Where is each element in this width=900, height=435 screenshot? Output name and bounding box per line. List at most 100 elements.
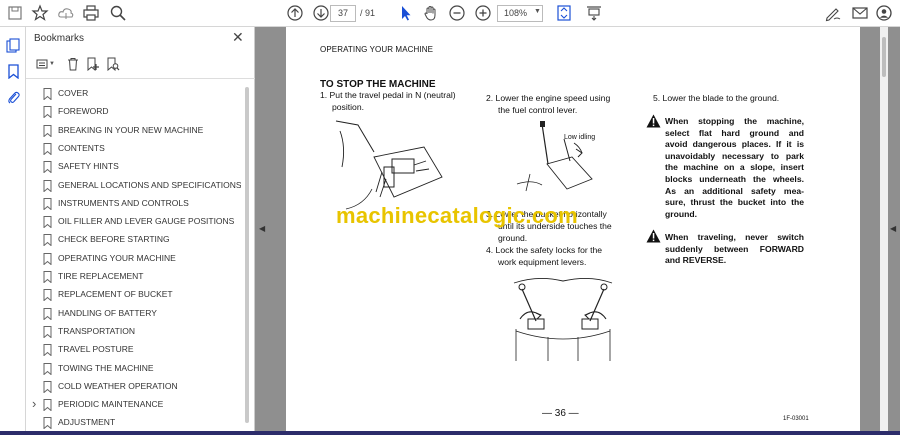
bookmark-item[interactable]: BREAKING IN YOUR NEW MACHINE <box>26 122 241 140</box>
bookmark-item[interactable]: COVER <box>26 85 241 103</box>
bookmark-icon <box>43 252 52 265</box>
bookmark-icon <box>43 289 52 302</box>
bookmark-icon <box>43 380 52 393</box>
email-icon[interactable] <box>850 3 870 23</box>
delete-icon[interactable] <box>64 55 82 73</box>
select-cursor-icon[interactable] <box>396 3 416 23</box>
find-bookmark-icon[interactable] <box>104 55 122 73</box>
bookmark-label: OPERATING YOUR MACHINE <box>58 252 176 263</box>
collapse-pane-icon[interactable]: ◀ <box>259 224 265 233</box>
document-scrollbar[interactable] <box>880 27 888 435</box>
bookmark-item[interactable]: CHECK BEFORE STARTING <box>26 231 241 249</box>
warning-line: When traveling, never switch <box>665 232 804 242</box>
page-header: OPERATING YOUR MACHINE <box>320 45 434 54</box>
bookmark-item[interactable]: TRAVEL POSTURE <box>26 341 241 359</box>
travel-pedal-illustration <box>335 120 443 210</box>
bookmark-label: FOREWORD <box>58 106 109 117</box>
warning-icon <box>646 114 661 128</box>
bookmark-label: TRANSPORTATION <box>58 325 135 336</box>
bookmark-item[interactable]: TIRE REPLACEMENT <box>26 268 241 286</box>
bookmarks-pane: Bookmarks ✕ ▼ COVER FOREWORD BREAKING IN Y… <box>26 27 255 435</box>
bookmark-scrollbar[interactable] <box>243 83 250 433</box>
top-toolbar: 37 / 91 108% ▼ <box>0 0 900 27</box>
bookmark-icon <box>43 216 52 229</box>
chevron-down-icon[interactable]: ▼ <box>48 55 56 73</box>
bookmark-item[interactable]: ADJUSTMENT <box>26 414 241 432</box>
warning-line: suddenly between FORWARD <box>665 243 804 254</box>
cloud-upload-icon[interactable] <box>56 3 76 23</box>
bookmark-label: SAFETY HINTS <box>58 161 119 172</box>
bookmark-label: TIRE REPLACEMENT <box>58 271 144 281</box>
bookmark-item[interactable]: OPERATING YOUR MACHINE <box>26 250 241 268</box>
warning-line: blocks underneath the wheels. <box>665 174 804 184</box>
new-bookmark-icon[interactable] <box>84 55 102 73</box>
bookmark-icon <box>43 161 52 174</box>
bookmarks-title: Bookmarks <box>34 33 85 44</box>
bookmark-item[interactable]: TOWING THE MACHINE <box>26 360 241 378</box>
bookmark-label: CONTENTS <box>58 142 105 153</box>
chevron-down-icon: ▼ <box>534 8 541 15</box>
attachment-icon[interactable] <box>4 88 22 106</box>
warning-icon <box>646 229 661 243</box>
bookmark-label: BREAKING IN YOUR NEW MACHINE <box>58 124 204 135</box>
zoom-search-icon[interactable] <box>108 3 128 23</box>
chevron-right-icon[interactable]: › <box>32 396 40 411</box>
previous-page-icon[interactable] <box>285 3 305 23</box>
print-icon[interactable] <box>81 3 101 23</box>
next-page-icon[interactable] <box>311 3 331 23</box>
bookmark-item[interactable]: COLD WEATHER OPERATION <box>26 378 241 396</box>
bookmark-icon <box>43 142 52 155</box>
page-number: — 36 — <box>542 408 579 419</box>
scroll-mode-icon[interactable] <box>584 3 604 23</box>
zoom-in-icon[interactable] <box>473 3 493 23</box>
bookmark-icon <box>43 271 52 283</box>
close-icon[interactable]: ✕ <box>232 30 244 44</box>
warning-line: ground. <box>665 208 697 219</box>
warning-line: and REVERSE. <box>665 255 727 266</box>
bookmark-item[interactable]: SAFETY HINTS <box>26 158 241 176</box>
bookmark-label: TRAVEL POSTURE <box>58 344 134 355</box>
star-icon[interactable] <box>30 3 50 23</box>
warning-line: sure, thrust the bucket into the <box>665 197 804 208</box>
bookmark-item[interactable]: INSTRUMENTS AND CONTROLS <box>26 195 241 213</box>
sign-pen-icon[interactable] <box>823 3 843 23</box>
bookmark-label: HANDLING OF BATTERY <box>58 307 157 318</box>
fuel-lever-illustration <box>516 121 593 192</box>
step-4-line-1: 4. Lock the safety locks for the <box>486 245 603 255</box>
account-icon[interactable] <box>874 3 894 23</box>
step-3-line-3: ground. <box>498 233 528 243</box>
section-title: TO STOP THE MACHINE <box>320 79 436 90</box>
bookmark-item[interactable]: CONTENTS <box>26 140 241 158</box>
bookmark-icon <box>43 325 52 338</box>
page-number-input[interactable]: 37 <box>330 5 356 22</box>
bookmark-item[interactable]: › PERIODIC MAINTENANCE <box>26 396 241 414</box>
bookmark-item[interactable]: HANDLING OF BATTERY <box>26 305 241 323</box>
page-total: / 91 <box>360 8 376 18</box>
hand-tool-icon[interactable] <box>421 3 441 23</box>
save-icon[interactable] <box>5 3 25 23</box>
bookmark-icon <box>43 106 52 119</box>
bookmark-icon <box>43 179 52 192</box>
warning-line: select flat hard ground and <box>665 127 804 138</box>
page-thumbnails-icon[interactable] <box>4 36 22 54</box>
warning-line: avoid dangerous places. If it is <box>665 139 804 150</box>
bookmark-item[interactable]: GENERAL LOCATIONS AND SPECIFICATIONS <box>26 177 241 195</box>
bookmark-label: PERIODIC MAINTENANCE <box>58 399 164 410</box>
bookmark-item[interactable]: REPLACEMENT OF BUCKET <box>26 286 241 304</box>
bookmark-list: COVER FOREWORD BREAKING IN YOUR NEW MACHIN… <box>26 79 241 435</box>
zoom-out-icon[interactable] <box>447 3 467 23</box>
bookmark-item[interactable]: TRANSPORTATION <box>26 323 241 341</box>
bookmark-label: CHECK BEFORE STARTING <box>58 234 170 245</box>
bookmark-item[interactable]: FOREWORD <box>26 103 241 121</box>
bookmark-panel-icon[interactable] <box>4 62 22 80</box>
bookmark-label: REPLACEMENT OF BUCKET <box>58 289 173 300</box>
bookmark-icon <box>43 307 52 320</box>
fit-page-icon[interactable] <box>554 3 574 23</box>
pdf-page: OPERATING YOUR MACHINE TO STOP THE MACHI… <box>286 27 860 435</box>
warning-line: When stopping the machine, <box>665 116 804 126</box>
step-2-line-2: the fuel control lever. <box>498 105 578 115</box>
watermark: machinecatalogic.com <box>336 203 578 228</box>
bookmark-label: COVER <box>58 88 89 98</box>
expand-pane-icon[interactable]: ◀ <box>890 224 896 233</box>
bookmark-item[interactable]: OIL FILLER AND LEVER GAUGE POSITIONS <box>26 213 241 231</box>
